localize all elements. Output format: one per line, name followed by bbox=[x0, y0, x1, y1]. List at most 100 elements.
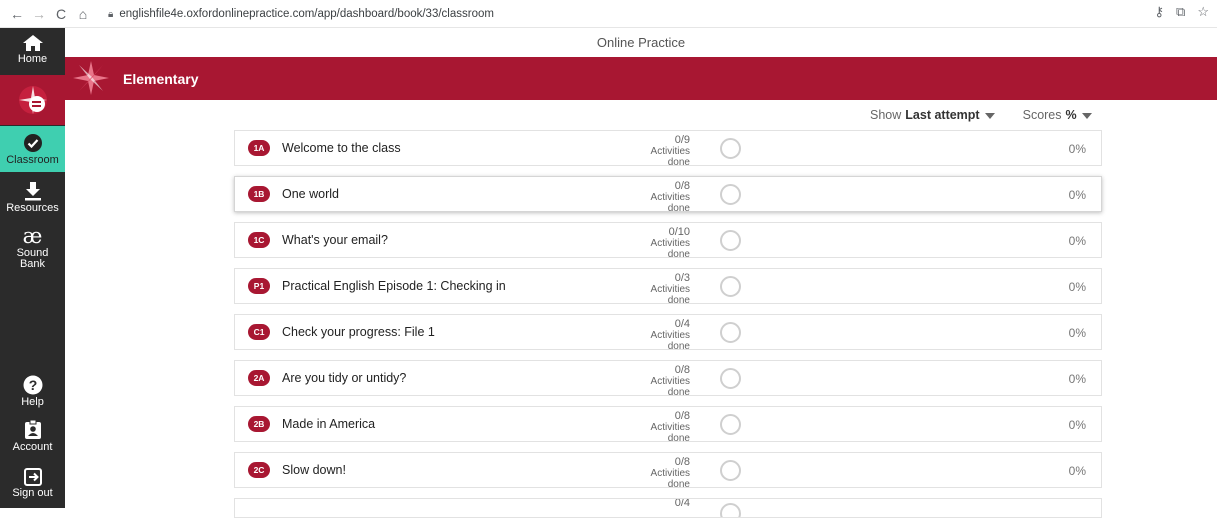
filter-bar: Show Last attempt Scores% bbox=[870, 108, 1092, 122]
svg-text:?: ? bbox=[28, 377, 37, 393]
sidebar-item-help[interactable]: ? Help bbox=[0, 375, 65, 415]
activities-progress: 0/3 Activities done bbox=[635, 272, 715, 307]
activities-label: Activities done bbox=[650, 192, 690, 214]
lock-icon: 🔒︎ bbox=[108, 8, 114, 20]
unit-row[interactable]: 1C What's your email? 0/10 Activities don… bbox=[234, 222, 1102, 260]
progress-ring-icon bbox=[720, 138, 741, 159]
unit-row[interactable]: 1B One world 0/8 Activities done 0% bbox=[234, 176, 1102, 215]
progress-ring-icon bbox=[720, 322, 741, 343]
forward-icon[interactable]: → bbox=[28, 3, 50, 25]
home-browser-icon[interactable]: ⌂ bbox=[72, 3, 94, 25]
unit-row[interactable]: C1 Check your progress: File 1 0/4 Activi… bbox=[234, 314, 1102, 353]
activity-count: 0/4 bbox=[674, 318, 690, 330]
book-banner: Elementary bbox=[65, 57, 1217, 100]
unit-row[interactable]: 2B Made in America 0/8 Activities done 0% bbox=[234, 406, 1102, 445]
unit-badge: 2B bbox=[248, 416, 270, 432]
unit-badge: P1 bbox=[248, 278, 270, 294]
unit-title: One world bbox=[282, 187, 339, 201]
id-badge-icon bbox=[24, 420, 41, 439]
sidebar-item-label: Home bbox=[17, 53, 48, 65]
unit-title: Made in America bbox=[282, 417, 376, 431]
reload-icon[interactable]: C bbox=[50, 3, 72, 25]
activities-label: Activities done bbox=[650, 238, 690, 260]
show-label: Show bbox=[870, 108, 902, 122]
home-icon bbox=[22, 35, 43, 51]
activities-progress: 0/4 bbox=[635, 498, 715, 509]
site-title: Online Practice bbox=[65, 28, 1217, 57]
progress-ring-icon bbox=[720, 184, 741, 205]
activity-count: 0/3 bbox=[674, 272, 690, 284]
unit-badge: 2A bbox=[248, 370, 270, 386]
unit-list: 1A Welcome to the class 0/9 Activities do… bbox=[234, 130, 1102, 528]
star-icon[interactable]: ☆ bbox=[1197, 4, 1209, 20]
unit-score: 0% bbox=[1068, 234, 1086, 248]
sidebar-item-home[interactable]: Home bbox=[0, 34, 65, 74]
show-filter[interactable]: Show Last attempt bbox=[870, 108, 995, 122]
activities-progress: 0/4 Activities done bbox=[635, 318, 715, 353]
unit-badge: 1C bbox=[248, 232, 270, 248]
progress-ring-icon bbox=[720, 276, 741, 297]
sign-out-icon bbox=[23, 468, 42, 486]
activity-count: 0/8 bbox=[674, 410, 690, 422]
sidebar-item-sign-out[interactable]: Sign out bbox=[0, 468, 65, 508]
book-switch-button[interactable] bbox=[0, 75, 65, 125]
show-value: Last attempt bbox=[905, 108, 980, 122]
unit-badge: 2C bbox=[248, 462, 270, 478]
activity-count: 0/8 bbox=[674, 456, 690, 468]
unit-score: 0% bbox=[1068, 326, 1086, 340]
activity-count: 0/8 bbox=[674, 364, 690, 376]
book-logo-icon bbox=[73, 61, 109, 95]
activities-label: Activities done bbox=[650, 284, 690, 306]
unit-row[interactable]: 0/4 bbox=[234, 498, 1102, 518]
sidebar-item-label: Resources bbox=[6, 202, 59, 214]
sidebar-item-classroom[interactable]: Classroom bbox=[0, 126, 65, 172]
sidebar-item-resources[interactable]: Resources bbox=[0, 181, 65, 221]
unit-title: Practical English Episode 1: Checking in bbox=[282, 279, 506, 293]
translate-icon[interactable]: ⧉ bbox=[1176, 4, 1185, 20]
unit-title: Are you tidy or untidy? bbox=[282, 371, 407, 385]
progress-ring-icon bbox=[720, 414, 741, 435]
activities-progress: 0/8 Activities done bbox=[635, 410, 715, 445]
activities-progress: 0/8 Activities done bbox=[635, 181, 715, 215]
unit-row[interactable]: 1A Welcome to the class 0/9 Activities do… bbox=[234, 130, 1102, 169]
unit-title: Welcome to the class bbox=[282, 141, 401, 155]
sidebar-item-label: Account bbox=[12, 441, 53, 453]
unit-title: Check your progress: File 1 bbox=[282, 325, 435, 339]
sidebar-item-sound-bank[interactable]: æ Sound Bank bbox=[0, 226, 65, 276]
activities-progress: 0/8 Activities done bbox=[635, 364, 715, 399]
unit-score: 0% bbox=[1068, 372, 1086, 386]
unit-score: 0% bbox=[1068, 418, 1086, 432]
check-circle-icon bbox=[23, 133, 42, 152]
sidebar-item-label: Sign out bbox=[12, 487, 53, 499]
progress-ring-icon bbox=[720, 368, 741, 389]
unit-score: 0% bbox=[1068, 464, 1086, 478]
book-title: Elementary bbox=[123, 70, 199, 87]
unit-title: Slow down! bbox=[282, 463, 346, 477]
sidebar: Home Classroom Resources æ Sound Bank ? … bbox=[0, 28, 65, 508]
activities-label: Activities done bbox=[650, 376, 690, 398]
activities-label: Activities done bbox=[650, 468, 690, 490]
url-text: englishfile4e.oxfordonlinepractice.com/a… bbox=[119, 8, 494, 20]
browser-toolbar: ← → C ⌂ 🔒︎ englishfile4e.oxfordonlinepra… bbox=[0, 0, 1217, 28]
back-icon[interactable]: ← bbox=[6, 3, 28, 25]
activities-progress: 0/9 Activities done bbox=[635, 135, 715, 169]
sidebar-item-label: Sound Bank bbox=[16, 247, 49, 270]
book-logo-icon bbox=[18, 86, 47, 114]
sidebar-item-account[interactable]: Account bbox=[0, 420, 65, 460]
unit-row[interactable]: P1 Practical English Episode 1: Checking… bbox=[234, 268, 1102, 307]
unit-score: 0% bbox=[1068, 142, 1086, 156]
scores-filter[interactable]: Scores% bbox=[1023, 108, 1092, 122]
unit-row[interactable]: 2A Are you tidy or untidy? 0/8 Activities… bbox=[234, 360, 1102, 399]
unit-row[interactable]: 2C Slow down! 0/8 Activities done 0% bbox=[234, 452, 1102, 490]
chevron-down-icon bbox=[1081, 112, 1092, 119]
progress-ring-icon bbox=[720, 230, 741, 251]
key-icon[interactable]: ⚷ bbox=[1155, 4, 1165, 20]
activity-count: 0/10 bbox=[668, 226, 690, 238]
activities-label: Activities done bbox=[650, 146, 690, 168]
activity-count: 0/4 bbox=[674, 498, 690, 509]
scores-value: % bbox=[1065, 108, 1077, 122]
chevron-down-icon bbox=[984, 112, 995, 119]
unit-score: 0% bbox=[1068, 188, 1086, 202]
address-bar[interactable]: 🔒︎ englishfile4e.oxfordonlinepractice.co… bbox=[108, 4, 494, 24]
unit-title: What's your email? bbox=[282, 233, 388, 247]
